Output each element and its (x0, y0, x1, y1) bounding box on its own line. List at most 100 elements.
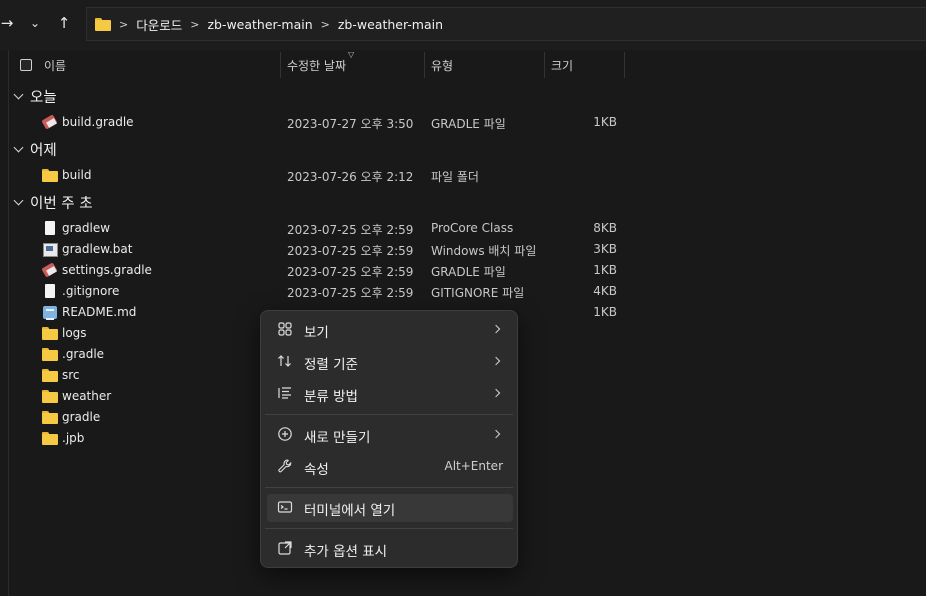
file-size: 1KB (593, 263, 617, 277)
file-name: .gradle (62, 347, 105, 361)
group-label: 이번 주 초 (30, 196, 93, 212)
file-icon (42, 284, 58, 299)
menu-item-group-by[interactable]: 분류 방법 (267, 380, 513, 408)
column-size[interactable]: 크기 (551, 57, 573, 74)
menu-item-show-more-options[interactable]: 추가 옵션 표시 (267, 535, 513, 563)
file-name: weather (62, 389, 112, 403)
grid-view-icon (276, 321, 294, 339)
folder-icon (42, 368, 58, 383)
file-name: src (62, 368, 80, 382)
menu-separator (265, 487, 513, 488)
file-name: .gitignore (62, 284, 120, 298)
chevron-right-icon (491, 429, 501, 439)
markdown-file-icon (42, 305, 58, 320)
chevron-down-icon[interactable] (13, 142, 24, 153)
file-name: build.gradle (62, 115, 134, 129)
breadcrumb-item[interactable]: zb-weather-main (207, 17, 312, 32)
file-size: 4KB (593, 284, 617, 298)
file-name: gradle (62, 410, 101, 424)
group-label: 오늘 (30, 90, 57, 106)
gradle-file-icon (42, 115, 58, 130)
file-type: 파일 폴더 (431, 170, 479, 184)
menu-item-label: 분류 방법 (304, 389, 358, 405)
keyboard-shortcut: Alt+Enter (444, 459, 503, 473)
file-row[interactable]: gradlew 2023-07-25 오후 2:59 ProCore Class 8K… (0, 218, 926, 239)
breadcrumb-item[interactable]: 다운로드 (136, 15, 182, 34)
group-label: 어제 (30, 143, 57, 159)
file-size: 1KB (593, 305, 617, 319)
date-modified: 2023-07-25 오후 2:59 (287, 286, 414, 300)
file-type: GRADLE 파일 (431, 117, 506, 131)
column-name[interactable]: 이름 (44, 57, 66, 74)
file-type: GITIGNORE 파일 (431, 286, 525, 300)
select-all-checkbox[interactable] (20, 59, 32, 71)
folder-icon (42, 168, 58, 183)
file-name: settings.gradle (62, 263, 152, 277)
file-name: gradlew.bat (62, 242, 133, 256)
menu-item-new[interactable]: 새로 만들기 (267, 421, 513, 449)
file-name: README.md (62, 305, 137, 319)
folder-icon (42, 389, 58, 404)
more-options-icon (276, 540, 294, 558)
up-arrow-icon[interactable]: ↑ (53, 12, 75, 34)
chevron-right-icon[interactable]: > (321, 18, 330, 31)
context-menu: 보기 정렬 기준 분류 방법 새로 만들기 속성 Alt+Enter 터미널에서… (260, 310, 518, 568)
file-row[interactable]: build.gradle 2023-07-27 오후 3:50 GRADLE 파일 1… (0, 112, 926, 133)
chevron-right-icon[interactable]: > (190, 18, 199, 31)
file-row[interactable]: build 2023-07-26 오후 2:12 파일 폴더 (0, 165, 926, 186)
terminal-icon (276, 499, 294, 517)
sort-descending-icon: ▽ (348, 50, 355, 59)
toolbar: → ⌄ ↑ > 다운로드 > zb-weather-main > zb-weat… (0, 0, 926, 50)
folder-icon (42, 347, 58, 362)
menu-separator (265, 414, 513, 415)
file-size: 8KB (593, 221, 617, 235)
menu-item-view[interactable]: 보기 (267, 316, 513, 344)
chevron-right-icon[interactable]: > (119, 18, 128, 31)
sort-icon (276, 353, 294, 371)
file-name: .jpb (62, 431, 85, 445)
file-row[interactable]: gradlew.bat 2023-07-25 오후 2:59 Windows 배치 … (0, 239, 926, 260)
group-header[interactable]: 오늘 (13, 86, 57, 107)
menu-item-label: 터미널에서 열기 (304, 503, 396, 519)
address-bar[interactable]: > 다운로드 > zb-weather-main > zb-weather-ma… (86, 7, 926, 41)
date-modified: 2023-07-25 오후 2:59 (287, 223, 414, 237)
chevron-right-icon (491, 356, 501, 366)
file-name: gradlew (62, 221, 111, 235)
menu-item-label: 보기 (304, 325, 329, 341)
file-size: 1KB (593, 115, 617, 129)
date-modified: 2023-07-27 오후 3:50 (287, 117, 414, 131)
recent-locations-chevron-icon[interactable]: ⌄ (24, 12, 46, 34)
menu-item-open-in-terminal[interactable]: 터미널에서 열기 (267, 494, 513, 522)
menu-item-sort-by[interactable]: 정렬 기준 (267, 348, 513, 376)
file-name: logs (62, 326, 87, 340)
menu-item-label: 속성 (304, 462, 329, 478)
gradle-file-icon (42, 263, 58, 278)
menu-item-label: 새로 만들기 (304, 430, 371, 446)
column-divider[interactable] (280, 52, 281, 78)
column-divider[interactable] (544, 52, 545, 78)
column-header: 이름 수정한 날짜 ▽ 유형 크기 (0, 50, 926, 80)
column-type[interactable]: 유형 (431, 57, 453, 74)
chevron-down-icon[interactable] (13, 195, 24, 206)
chevron-down-icon[interactable] (13, 89, 24, 100)
file-row[interactable]: settings.gradle 2023-07-25 오후 2:59 GRADLE … (0, 260, 926, 281)
folder-icon (42, 431, 58, 446)
column-divider[interactable] (424, 52, 425, 78)
new-plus-icon (276, 426, 294, 444)
group-header[interactable]: 어제 (13, 139, 57, 160)
breadcrumb-item[interactable]: zb-weather-main (338, 17, 443, 32)
forward-arrow-icon[interactable]: → (0, 12, 18, 34)
folder-icon (42, 326, 58, 341)
group-header[interactable]: 이번 주 초 (13, 192, 93, 213)
column-divider[interactable] (624, 52, 625, 78)
menu-item-properties[interactable]: 속성 Alt+Enter (267, 453, 513, 481)
folder-icon (42, 410, 58, 425)
file-type: Windows 배치 파일 (431, 244, 537, 258)
file-icon (42, 221, 58, 236)
file-row[interactable]: .gitignore 2023-07-25 오후 2:59 GITIGNORE 파일… (0, 281, 926, 302)
column-date-modified[interactable]: 수정한 날짜 (287, 57, 346, 74)
batch-file-icon (42, 242, 58, 257)
menu-item-label: 정렬 기준 (304, 357, 358, 373)
file-type: GRADLE 파일 (431, 265, 506, 279)
chevron-right-icon (491, 388, 501, 398)
